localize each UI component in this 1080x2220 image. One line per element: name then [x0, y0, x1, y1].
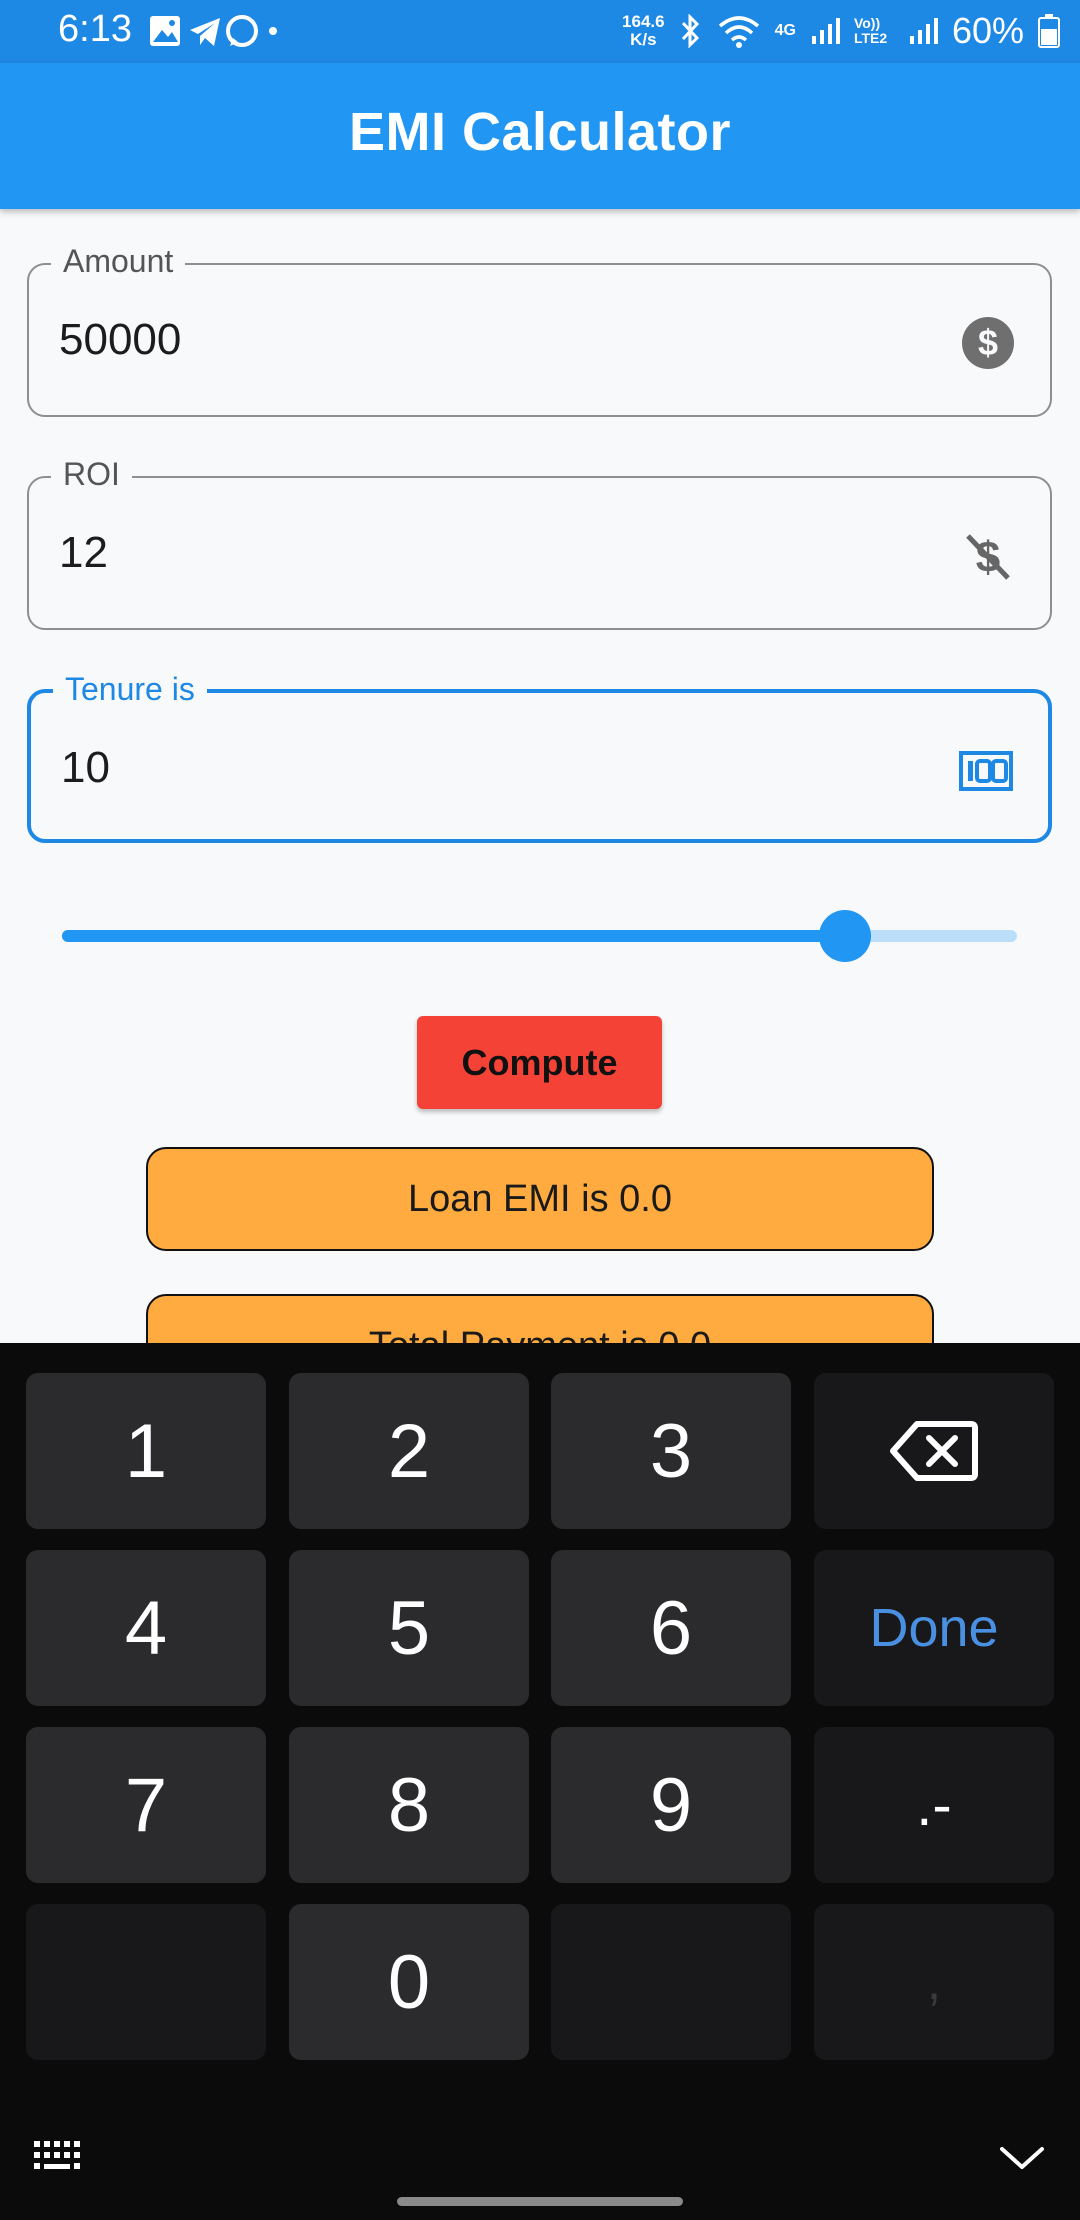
battery-percent: 60%	[951, 10, 1024, 51]
gallery-icon	[150, 16, 180, 46]
comma-key[interactable]: ,	[814, 1904, 1054, 2060]
roi-value[interactable]: 12	[59, 528, 108, 578]
battery-icon	[1038, 14, 1060, 48]
compute-button[interactable]: Compute	[417, 1016, 662, 1109]
keyboard-icon[interactable]	[32, 2139, 86, 2173]
volte-label: Vo)) LTE2	[853, 15, 888, 46]
key-2[interactable]: 2	[289, 1373, 529, 1529]
net-speed: 164.6 K/s	[622, 12, 665, 49]
key-7[interactable]: 7	[26, 1727, 266, 1883]
key-9[interactable]: 9	[551, 1727, 791, 1883]
backspace-icon	[890, 1421, 978, 1481]
key-5[interactable]: 5	[289, 1550, 529, 1706]
telegram-icon	[190, 18, 220, 46]
empty-key-right	[551, 1904, 791, 2060]
signal-icon-2	[909, 18, 938, 44]
loan-emi-result: Loan EMI is 0.0	[146, 1147, 934, 1251]
key-8[interactable]: 8	[289, 1727, 529, 1883]
key-0[interactable]: 0	[289, 1904, 529, 2060]
numeric-keyboard: 1 2 3 4 5 6 Done 7 8 9 .- 0 ,	[0, 1343, 1080, 2220]
dot-dash-key[interactable]: .-	[814, 1727, 1054, 1883]
amount-field[interactable]: Amount 50000 $	[27, 243, 1052, 417]
notification-icons	[150, 12, 280, 52]
slider-thumb[interactable]	[819, 910, 872, 962]
app-bar: EMI Calculator	[0, 63, 1080, 209]
status-right: 164.6 K/s 4G Vo)) LTE2 60%	[622, 6, 1060, 56]
key-6[interactable]: 6	[551, 1550, 791, 1706]
key-3[interactable]: 3	[551, 1373, 791, 1529]
wifi-icon	[718, 16, 759, 48]
key-1[interactable]: 1	[26, 1373, 266, 1529]
bluetooth-icon	[681, 14, 699, 48]
page-title: EMI Calculator	[348, 102, 732, 162]
roi-field[interactable]: ROI 12 $	[27, 456, 1052, 630]
svg-text:$: $	[978, 322, 998, 363]
signal-icon	[811, 18, 840, 44]
amount-label: Amount	[51, 243, 186, 280]
empty-key-left	[26, 1904, 266, 2060]
money-off-icon: $	[966, 533, 1010, 582]
whatsapp-icon	[226, 15, 258, 47]
tenure-label: Tenure is	[53, 671, 207, 708]
status-bar: 6:13 164.6 K/s 4G Vo)) LTE2 60%	[0, 0, 1080, 63]
backspace-key[interactable]	[814, 1373, 1054, 1529]
slider-active-track	[62, 930, 846, 942]
done-key[interactable]: Done	[814, 1550, 1054, 1706]
roi-label: ROI	[51, 456, 132, 493]
tenure-field[interactable]: Tenure is 10	[27, 671, 1052, 843]
hundred-icon	[959, 751, 1013, 791]
tenure-value[interactable]: 10	[61, 743, 110, 793]
key-4[interactable]: 4	[26, 1550, 266, 1706]
dollar-circle-icon: $	[962, 317, 1014, 369]
tenure-slider[interactable]	[62, 910, 1017, 962]
network-type: 4G	[774, 22, 796, 39]
home-indicator[interactable]	[397, 2197, 683, 2206]
dot-icon	[269, 27, 277, 35]
amount-value[interactable]: 50000	[59, 315, 181, 365]
status-time: 6:13	[58, 8, 132, 50]
chevron-down-icon[interactable]	[998, 2143, 1046, 2173]
